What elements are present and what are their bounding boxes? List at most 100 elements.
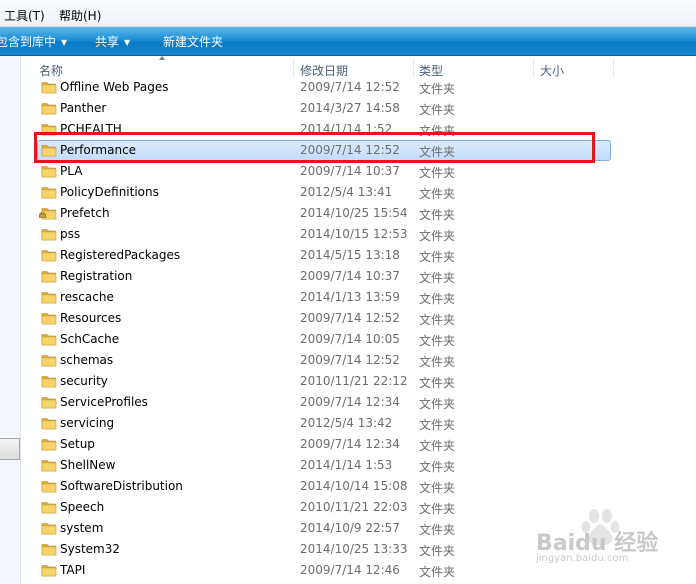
folder-icon [41,334,57,346]
chevron-down-icon: ▼ [124,38,131,47]
file-type: 文件夹 [419,82,456,96]
folder-icon [41,439,57,451]
folder-icon [41,292,57,304]
file-name: rescache [60,290,114,304]
file-type: 文件夹 [419,544,456,558]
folder-icon [41,271,57,283]
file-name: ShellNew [60,458,116,472]
file-date-modified: 2010/11/21 22:12 [300,374,408,388]
menu-tools[interactable]: 工具(T) [4,7,45,24]
file-date-modified: 2014/10/15 12:53 [300,227,408,241]
file-date-modified: 2014/1/13 13:59 [300,290,400,304]
file-type: 文件夹 [419,523,456,537]
file-type: 文件夹 [419,397,456,411]
folder-icon [41,250,57,262]
folder-icon [41,103,57,115]
file-name: ServiceProfiles [60,395,148,409]
file-date-modified: 2014/3/27 14:58 [300,101,400,115]
sort-ascending-icon [159,56,165,60]
file-name: Prefetch [60,206,110,220]
file-name: schemas [60,353,114,367]
file-row[interactable]: ServiceProfiles 2009/7/14 12:34 文件夹 [21,392,696,413]
file-date-modified: 2014/10/25 15:54 [300,206,408,220]
file-row[interactable]: servicing 2012/5/4 13:42 文件夹 [21,413,696,434]
watermark-url: jingyan.baidu.com [536,553,629,564]
column-date-modified[interactable]: 修改日期 [300,62,348,78]
file-name: SchCache [60,332,120,346]
file-date-modified: 2009/7/14 12:52 [300,353,400,367]
command-bar: 包含到库中 ▼ 共享 ▼ 新建文件夹 [0,27,696,56]
file-date-modified: 2009/7/14 12:34 [300,395,400,409]
file-row[interactable]: Offline Web Pages 2009/7/14 12:52 文件夹 [21,77,696,98]
column-divider[interactable] [533,58,534,78]
file-type: 文件夹 [419,418,456,432]
file-row[interactable]: SchCache 2009/7/14 10:05 文件夹 [21,329,696,350]
file-date-modified: 2009/7/14 12:52 [300,311,400,325]
navigation-scroll-handle[interactable] [0,438,20,460]
file-row[interactable]: RegisteredPackages 2014/5/15 13:18 文件夹 [21,245,696,266]
folder-icon [41,166,57,178]
file-row[interactable]: PLA 2009/7/14 10:37 文件夹 [21,161,696,182]
file-name: TAPI [60,563,86,577]
file-type: 文件夹 [419,565,456,579]
file-row[interactable]: Setup 2009/7/14 12:34 文件夹 [21,434,696,455]
file-name: System32 [60,542,121,556]
include-in-library-label: 包含到库中 [0,35,57,49]
file-name: servicing [60,416,115,430]
share-button[interactable]: 共享 ▼ [95,33,130,50]
file-name: PolicyDefinitions [60,185,159,199]
file-type: 文件夹 [419,187,456,201]
folder-icon [41,397,57,409]
file-name: pss [60,227,81,241]
file-row[interactable]: SoftwareDistribution 2014/10/14 15:08 文件夹 [21,476,696,497]
include-in-library-button[interactable]: 包含到库中 ▼ [0,33,67,50]
file-type: 文件夹 [419,166,456,180]
lock-icon [39,212,46,218]
file-type: 文件夹 [419,103,456,117]
file-row[interactable]: pss 2014/10/15 12:53 文件夹 [21,224,696,245]
file-type: 文件夹 [419,229,456,243]
file-row[interactable]: rescache 2014/1/13 13:59 文件夹 [21,287,696,308]
file-row[interactable]: Panther 2014/3/27 14:58 文件夹 [21,98,696,119]
share-label: 共享 [95,35,120,49]
file-row[interactable]: PolicyDefinitions 2012/5/4 13:41 文件夹 [21,182,696,203]
file-type: 文件夹 [419,502,456,516]
file-type: 文件夹 [419,271,456,285]
file-row[interactable]: ShellNew 2014/1/14 1:53 文件夹 [21,455,696,476]
new-folder-button[interactable]: 新建文件夹 [163,33,223,50]
folder-icon [41,187,57,199]
folder-icon [41,313,57,325]
file-type: 文件夹 [419,292,456,306]
file-date-modified: 2009/7/14 12:46 [300,563,400,577]
column-divider[interactable] [293,58,294,78]
file-name: RegisteredPackages [60,248,181,262]
column-size[interactable]: 大小 [540,62,564,78]
file-date-modified: 2009/7/14 10:37 [300,269,400,283]
column-divider[interactable] [613,58,614,78]
file-date-modified: 2010/11/21 22:03 [300,500,408,514]
file-type: 文件夹 [419,481,456,495]
file-date-modified: 2009/7/14 10:05 [300,332,400,346]
folder-icon [41,502,57,514]
file-name: Panther [60,101,107,115]
file-date-modified: 2014/10/14 15:08 [300,479,408,493]
column-type[interactable]: 类型 [419,62,443,78]
menu-help[interactable]: 帮助(H) [59,7,101,24]
file-date-modified: 2014/1/14 1:53 [300,458,393,472]
column-name[interactable]: 名称 [39,62,63,78]
file-row[interactable]: Registration 2009/7/14 10:37 文件夹 [21,266,696,287]
file-name: PLA [60,164,83,178]
file-type: 文件夹 [419,439,456,453]
column-divider[interactable] [413,58,414,78]
file-date-modified: 2012/5/4 13:42 [300,416,393,430]
file-row[interactable]: Resources 2009/7/14 12:52 文件夹 [21,308,696,329]
file-name: Offline Web Pages [60,80,169,94]
file-date-modified: 2009/7/14 10:37 [300,164,400,178]
file-name: Resources [60,311,122,325]
file-name: Speech [60,500,105,514]
folder-icon [41,418,57,430]
file-row[interactable]: schemas 2009/7/14 12:52 文件夹 [21,350,696,371]
file-row[interactable]: security 2010/11/21 22:12 文件夹 [21,371,696,392]
navigation-pane[interactable] [0,56,21,584]
file-row[interactable]: Prefetch 2014/10/25 15:54 文件夹 [21,203,696,224]
